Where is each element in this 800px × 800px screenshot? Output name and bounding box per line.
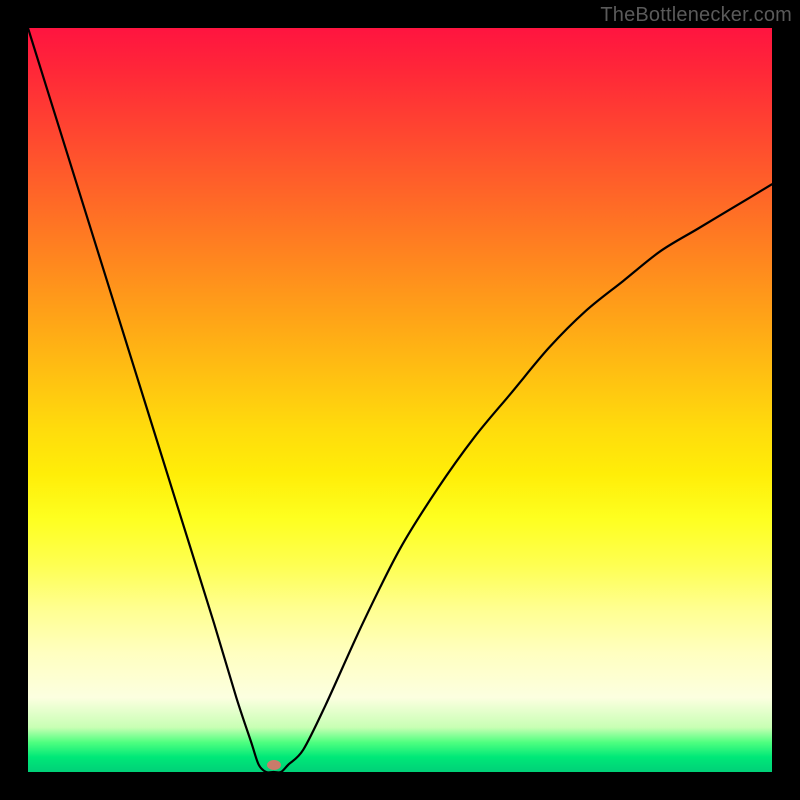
optimal-point-marker [267, 760, 281, 770]
bottleneck-curve [28, 28, 772, 772]
curve-svg [28, 28, 772, 772]
chart-container: TheBottlenecker.com [0, 0, 800, 800]
watermark-text: TheBottlenecker.com [600, 4, 792, 27]
